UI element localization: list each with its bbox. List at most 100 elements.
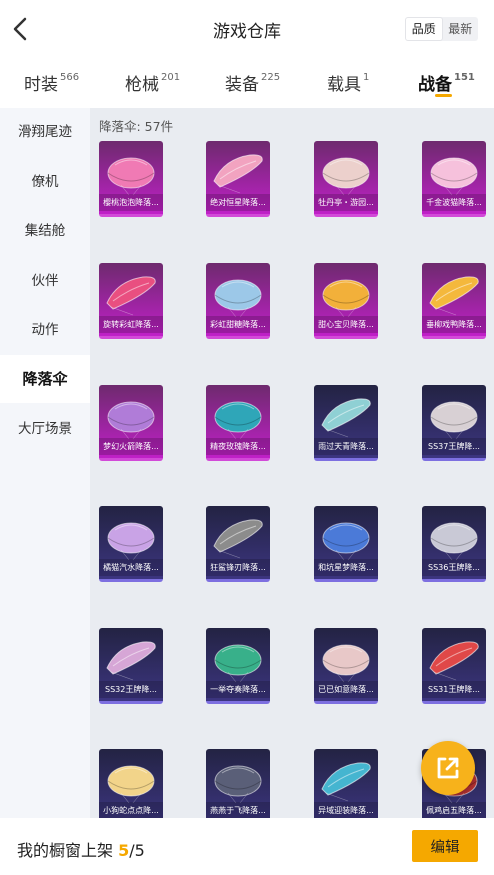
edit-button[interactable]: 编辑	[412, 830, 478, 862]
item-card: 雨过天青降落...	[314, 385, 378, 461]
item-name: 樱桃泡泡降落...	[99, 194, 163, 211]
showcase-status: 我的橱窗上架 5/5	[17, 837, 145, 861]
parachute-icon	[214, 401, 262, 440]
parachute-item[interactable]: 燕燕于飞降落...	[206, 749, 270, 818]
parachute-icon	[107, 401, 155, 440]
item-card: 小狗蛇点点降...	[99, 749, 163, 818]
tab-count: 1	[363, 72, 370, 83]
item-card: 牡丹亭・游园...	[314, 141, 378, 217]
parachute-item[interactable]: 彩虹甜糖降落...	[206, 263, 270, 339]
item-card: 千金波猫降落...	[422, 141, 486, 217]
parachute-icon	[214, 279, 262, 318]
parachute-icon	[214, 644, 262, 683]
parachute-icon	[106, 641, 156, 681]
tab-vehicles[interactable]: 载具 1	[327, 70, 369, 95]
item-name: 牡丹亭・游园...	[314, 194, 378, 211]
item-card: 橘猫汽水降落...	[99, 506, 163, 582]
parachute-item[interactable]: 一举夺奏降落...	[206, 628, 270, 704]
item-name: 精夜玫瑰降落...	[206, 438, 270, 455]
parachute-item[interactable]: 已已如意降落...	[314, 628, 378, 704]
parachute-item[interactable]: 精夜玫瑰降落...	[206, 385, 270, 461]
item-name: 已已如意降落...	[314, 681, 378, 698]
parachute-item[interactable]: 异域迎装降落...	[314, 749, 378, 818]
parachute-icon	[430, 401, 478, 440]
sidebar-item-companion[interactable]: 伙伴	[0, 257, 90, 305]
item-card: SS31王牌降...	[422, 628, 486, 704]
parachute-item[interactable]: 和坑星梦降落...	[314, 506, 378, 582]
sort-by-newest-button[interactable]: 最新	[443, 17, 479, 41]
parachute-item[interactable]: 狂鲨锋刃降落...	[206, 506, 270, 582]
item-card: 狂鲨锋刃降落...	[206, 506, 270, 582]
item-name: 一举夺奏降落...	[206, 681, 270, 698]
item-card: 彩虹甜糖降落...	[206, 263, 270, 339]
parachute-item[interactable]: SS36王牌降...	[422, 506, 486, 582]
sidebar-item-lobby-scene[interactable]: 大厅场景	[0, 405, 90, 453]
item-name: 和坑星梦降落...	[314, 559, 378, 576]
item-card: 旋转彩虹降落...	[99, 263, 163, 339]
parachute-item[interactable]: 千金波猫降落...	[422, 141, 486, 217]
item-name: 橘猫汽水降落...	[99, 559, 163, 576]
sort-by-quality-button[interactable]: 品质	[405, 17, 443, 41]
item-card: 绝对恒星降落...	[206, 141, 270, 217]
tab-fashion[interactable]: 时装 566	[24, 70, 79, 95]
item-card: 樱桃泡泡降落...	[99, 141, 163, 217]
tab-equipment[interactable]: 装备 225	[225, 70, 280, 95]
parachute-item[interactable]: SS31王牌降...	[422, 628, 486, 704]
item-name: 彩虹甜糖降落...	[206, 316, 270, 333]
item-name: 燕燕于飞降落...	[206, 802, 270, 818]
share-external-icon	[437, 757, 459, 779]
showcase-total-count: /5	[129, 841, 145, 860]
item-name: SS36王牌降...	[422, 559, 486, 576]
item-card: SS32王牌降...	[99, 628, 163, 704]
item-card: 甜心宝贝降落...	[314, 263, 378, 339]
tab-count: 201	[161, 72, 181, 83]
top-bar: 游戏仓库 品质 最新	[0, 0, 494, 58]
item-name: SS31王牌降...	[422, 681, 486, 698]
item-card: 精夜玫瑰降落...	[206, 385, 270, 461]
parachute-icon	[107, 522, 155, 561]
sidebar-item-wingman[interactable]: 僚机	[0, 158, 90, 206]
parachute-item[interactable]: SS37王牌降...	[422, 385, 486, 461]
parachute-item[interactable]: SS32王牌降...	[99, 628, 163, 704]
parachute-icon	[322, 279, 370, 318]
sidebar-item-parachute[interactable]: 降落伞	[0, 355, 90, 403]
item-name: 狂鲨锋刃降落...	[206, 559, 270, 576]
item-name: 旋转彩虹降落...	[99, 316, 163, 333]
sidebar-item-glide-trail[interactable]: 滑翔尾迹	[0, 108, 90, 156]
parachute-item[interactable]: 绝对恒星降落...	[206, 141, 270, 217]
tab-combat-gear[interactable]: 战备 151	[418, 70, 475, 95]
parachute-item[interactable]: 橘猫汽水降落...	[99, 506, 163, 582]
parachute-icon	[321, 762, 371, 802]
parachute-icon	[322, 522, 370, 561]
item-name: 千金波猫降落...	[422, 194, 486, 211]
tab-count: 151	[454, 72, 475, 83]
item-name: 佩鸡启五降落...	[422, 802, 486, 818]
parachute-icon	[213, 519, 263, 559]
sidebar-item-rally-pod[interactable]: 集结舱	[0, 207, 90, 255]
item-card: SS36王牌降...	[422, 506, 486, 582]
item-grid-panel: 降落伞: 57件 樱桃泡泡降落... 绝对恒星降落... 牡丹亭・游园... 千金波猫…	[90, 108, 494, 818]
item-name: 甜心宝贝降落...	[314, 316, 378, 333]
parachute-icon	[107, 765, 155, 804]
tab-weapons[interactable]: 枪械 201	[125, 70, 180, 95]
parachute-item[interactable]: 垂柳戏鸭降落...	[422, 263, 486, 339]
sidebar-item-emote[interactable]: 动作	[0, 306, 90, 354]
parachute-item[interactable]: 牡丹亭・游园...	[314, 141, 378, 217]
parachute-item[interactable]: 小狗蛇点点降...	[99, 749, 163, 818]
parachute-icon	[430, 522, 478, 561]
item-name: 绝对恒星降落...	[206, 194, 270, 211]
share-button[interactable]	[421, 741, 475, 795]
parachute-icon	[322, 644, 370, 683]
parachute-item[interactable]: 樱桃泡泡降落...	[99, 141, 163, 217]
parachute-icon	[429, 641, 479, 681]
parachute-item[interactable]: 梦幻火箭降落...	[99, 385, 163, 461]
parachute-icon	[214, 765, 262, 804]
item-name: 雨过天青降落...	[314, 438, 378, 455]
parachute-item[interactable]: 雨过天青降落...	[314, 385, 378, 461]
tab-count: 566	[60, 72, 80, 83]
item-card: SS37王牌降...	[422, 385, 486, 461]
sub-category-sidebar: 滑翔尾迹 僚机 集结舱 伙伴 动作 降落伞 大厅场景	[0, 108, 90, 818]
parachute-item[interactable]: 甜心宝贝降落...	[314, 263, 378, 339]
parachute-item[interactable]: 旋转彩虹降落...	[99, 263, 163, 339]
parachute-icon	[106, 276, 156, 316]
